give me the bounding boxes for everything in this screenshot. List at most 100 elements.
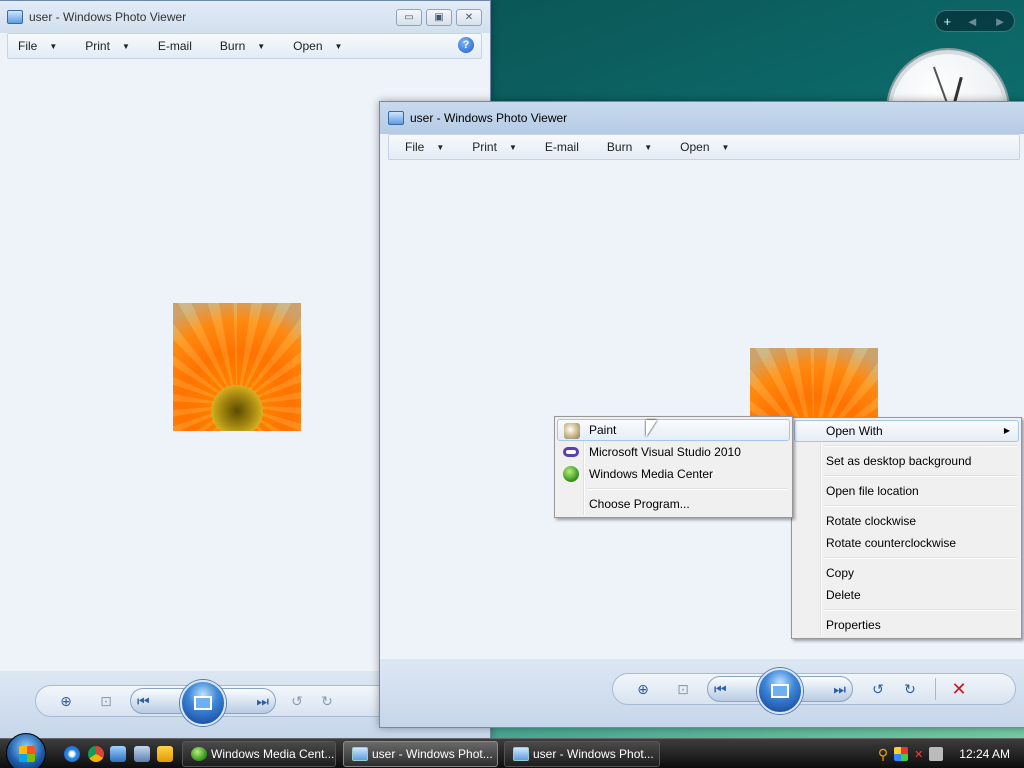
menu-item-rotate-counterclockwise[interactable]: Rotate counterclockwise <box>794 532 1019 554</box>
menu-label: Open <box>680 140 710 154</box>
previous-icon[interactable]: ⏮ <box>714 681 727 698</box>
menu-label: Print <box>472 140 497 154</box>
search-icon[interactable]: ⚲ <box>878 746 888 763</box>
actual-size-icon[interactable]: ⊡ <box>86 693 126 710</box>
delete-icon[interactable]: ✕ <box>946 679 972 700</box>
rotate-clockwise-icon[interactable]: ↻ <box>895 681 925 698</box>
menu-separator <box>794 502 1019 510</box>
zoom-icon[interactable]: ⊕ <box>623 681 663 698</box>
menu-item-label: Set as desktop background <box>826 454 972 468</box>
menu-item-rotate-clockwise[interactable]: Rotate clockwise <box>794 510 1019 532</box>
menu-item-label: Open With <box>826 424 883 438</box>
minimize-button[interactable]: ▭ <box>396 9 422 26</box>
window-title: user - Windows Photo Viewer <box>410 111 568 125</box>
menu-bar: File ▼ Print ▼ E-mail Burn ▼ Open ▼ <box>7 33 482 59</box>
dropdown-arrow-icon: ▼ <box>334 41 343 51</box>
photo-center <box>211 385 263 431</box>
menu-bar: File ▼ Print ▼ E-mail Burn ▼ Open ▼ <box>388 134 1020 160</box>
menu-open[interactable]: Open ▼ <box>666 136 739 158</box>
menu-item-open-with[interactable]: Open With ▶ <box>794 420 1019 442</box>
dropdown-arrow-icon: ▼ <box>257 41 266 51</box>
window-title: user - Windows Photo Viewer <box>29 10 187 24</box>
clock[interactable]: 12:24 AM <box>959 747 1010 761</box>
taskbar: Windows Media Cent... user - Windows Pho… <box>0 733 1024 768</box>
slideshow-button[interactable] <box>180 680 226 726</box>
menu-item-choose-program[interactable]: Choose Program... <box>557 493 790 515</box>
alert-icon[interactable]: ✕ <box>914 748 923 761</box>
menu-print[interactable]: Print ▼ <box>458 136 527 158</box>
title-bar[interactable]: user - Windows Photo Viewer ▭ ▣ ✕ <box>0 1 490 33</box>
media-center-icon <box>191 747 207 761</box>
gadget-next-icon[interactable]: ► <box>994 14 1007 29</box>
taskbar-button-label: user - Windows Phot... <box>372 747 493 761</box>
rotate-counterclockwise-icon[interactable]: ↺ <box>861 681 895 698</box>
next-icon[interactable]: ⏭ <box>256 693 269 710</box>
menu-item-open-file-location[interactable]: Open file location <box>794 480 1019 502</box>
network-icon[interactable] <box>894 747 909 761</box>
switch-windows-icon[interactable] <box>134 746 150 762</box>
volume-icon[interactable] <box>929 747 944 761</box>
menu-item-label: Rotate counterclockwise <box>826 536 957 550</box>
menu-item-properties[interactable]: Properties <box>794 614 1019 636</box>
zoom-icon[interactable]: ⊕ <box>46 693 86 710</box>
menu-item-visual-studio[interactable]: Microsoft Visual Studio 2010 <box>557 441 790 463</box>
maximize-button[interactable]: ▣ <box>426 9 452 26</box>
menu-separator <box>557 485 790 493</box>
menu-open[interactable]: Open ▼ <box>279 35 352 57</box>
slideshow-button[interactable] <box>757 668 803 714</box>
title-bar[interactable]: user - Windows Photo Viewer <box>380 102 1024 134</box>
menu-item-copy[interactable]: Copy <box>794 562 1019 584</box>
gadget-prev-icon[interactable]: ◄ <box>966 14 979 29</box>
show-desktop-icon[interactable] <box>110 746 126 762</box>
slideshow-icon <box>771 684 789 698</box>
start-button[interactable] <box>6 733 46 768</box>
chrome-icon[interactable] <box>88 746 104 762</box>
visual-studio-icon <box>563 447 579 457</box>
menu-item-label: Open file location <box>826 484 919 498</box>
menu-email[interactable]: E-mail <box>144 35 202 57</box>
rotate-clockwise-icon[interactable]: ↻ <box>312 693 342 710</box>
menu-print[interactable]: Print ▼ <box>71 35 140 57</box>
menu-item-set-desktop-background[interactable]: Set as desktop background <box>794 450 1019 472</box>
previous-icon[interactable]: ⏮ <box>137 693 150 710</box>
menu-item-label: Rotate clockwise <box>826 514 917 528</box>
menu-item-label: Windows Media Center <box>589 467 714 481</box>
help-icon[interactable]: ? <box>458 37 474 53</box>
playback-controls: ⊕ ⊡ ⏮ ⏭ ↺ ↻ ✕ <box>612 668 1016 714</box>
taskbar-button-media-center[interactable]: Windows Media Cent... <box>182 741 336 767</box>
next-icon[interactable]: ⏭ <box>833 681 846 698</box>
paint-icon <box>564 423 580 439</box>
media-player-icon[interactable] <box>157 746 173 762</box>
dropdown-arrow-icon: ▼ <box>644 142 653 152</box>
photo-viewer-icon <box>388 111 404 125</box>
menu-label: Print <box>85 39 110 53</box>
menu-file[interactable]: File ▼ <box>10 35 67 57</box>
taskbar-button-photo-viewer[interactable]: user - Windows Phot... <box>343 741 498 767</box>
menu-item-delete[interactable]: Delete <box>794 584 1019 606</box>
menu-file[interactable]: File ▼ <box>391 136 454 158</box>
photo-viewer-icon <box>513 747 529 761</box>
navigation-group: ⏮ ⏭ <box>130 680 276 726</box>
menu-separator <box>794 442 1019 450</box>
open-with-submenu: Paint Microsoft Visual Studio 2010 Windo… <box>554 416 793 518</box>
flower-photo[interactable] <box>173 303 301 431</box>
menu-item-media-center[interactable]: Windows Media Center <box>557 463 790 485</box>
navigation-group: ⏮ ⏭ <box>707 668 853 714</box>
toolbar-separator <box>935 678 936 700</box>
internet-explorer-icon[interactable] <box>64 746 80 762</box>
menu-email[interactable]: E-mail <box>531 136 589 158</box>
close-button[interactable]: ✕ <box>456 9 482 26</box>
actual-size-icon[interactable]: ⊡ <box>663 681 703 698</box>
photo-viewer-icon <box>352 747 368 761</box>
sidebar-gadget-controls[interactable]: + ◄ ► <box>935 10 1015 32</box>
menu-burn[interactable]: Burn ▼ <box>206 35 275 57</box>
menu-item-paint[interactable]: Paint <box>557 419 790 441</box>
playback-bar: ⊕ ⊡ ⏮ ⏭ ↺ ↻ ✕ <box>380 659 1024 727</box>
menu-burn[interactable]: Burn ▼ <box>593 136 662 158</box>
menu-item-label: Microsoft Visual Studio 2010 <box>589 445 741 459</box>
add-gadget-icon[interactable]: + <box>943 14 951 29</box>
rotate-counterclockwise-icon[interactable]: ↺ <box>282 693 312 710</box>
system-tray: ⚲ ✕ 12:24 AM <box>878 739 1024 768</box>
menu-item-label: Paint <box>589 423 617 437</box>
taskbar-button-photo-viewer[interactable]: user - Windows Phot... <box>504 741 660 767</box>
